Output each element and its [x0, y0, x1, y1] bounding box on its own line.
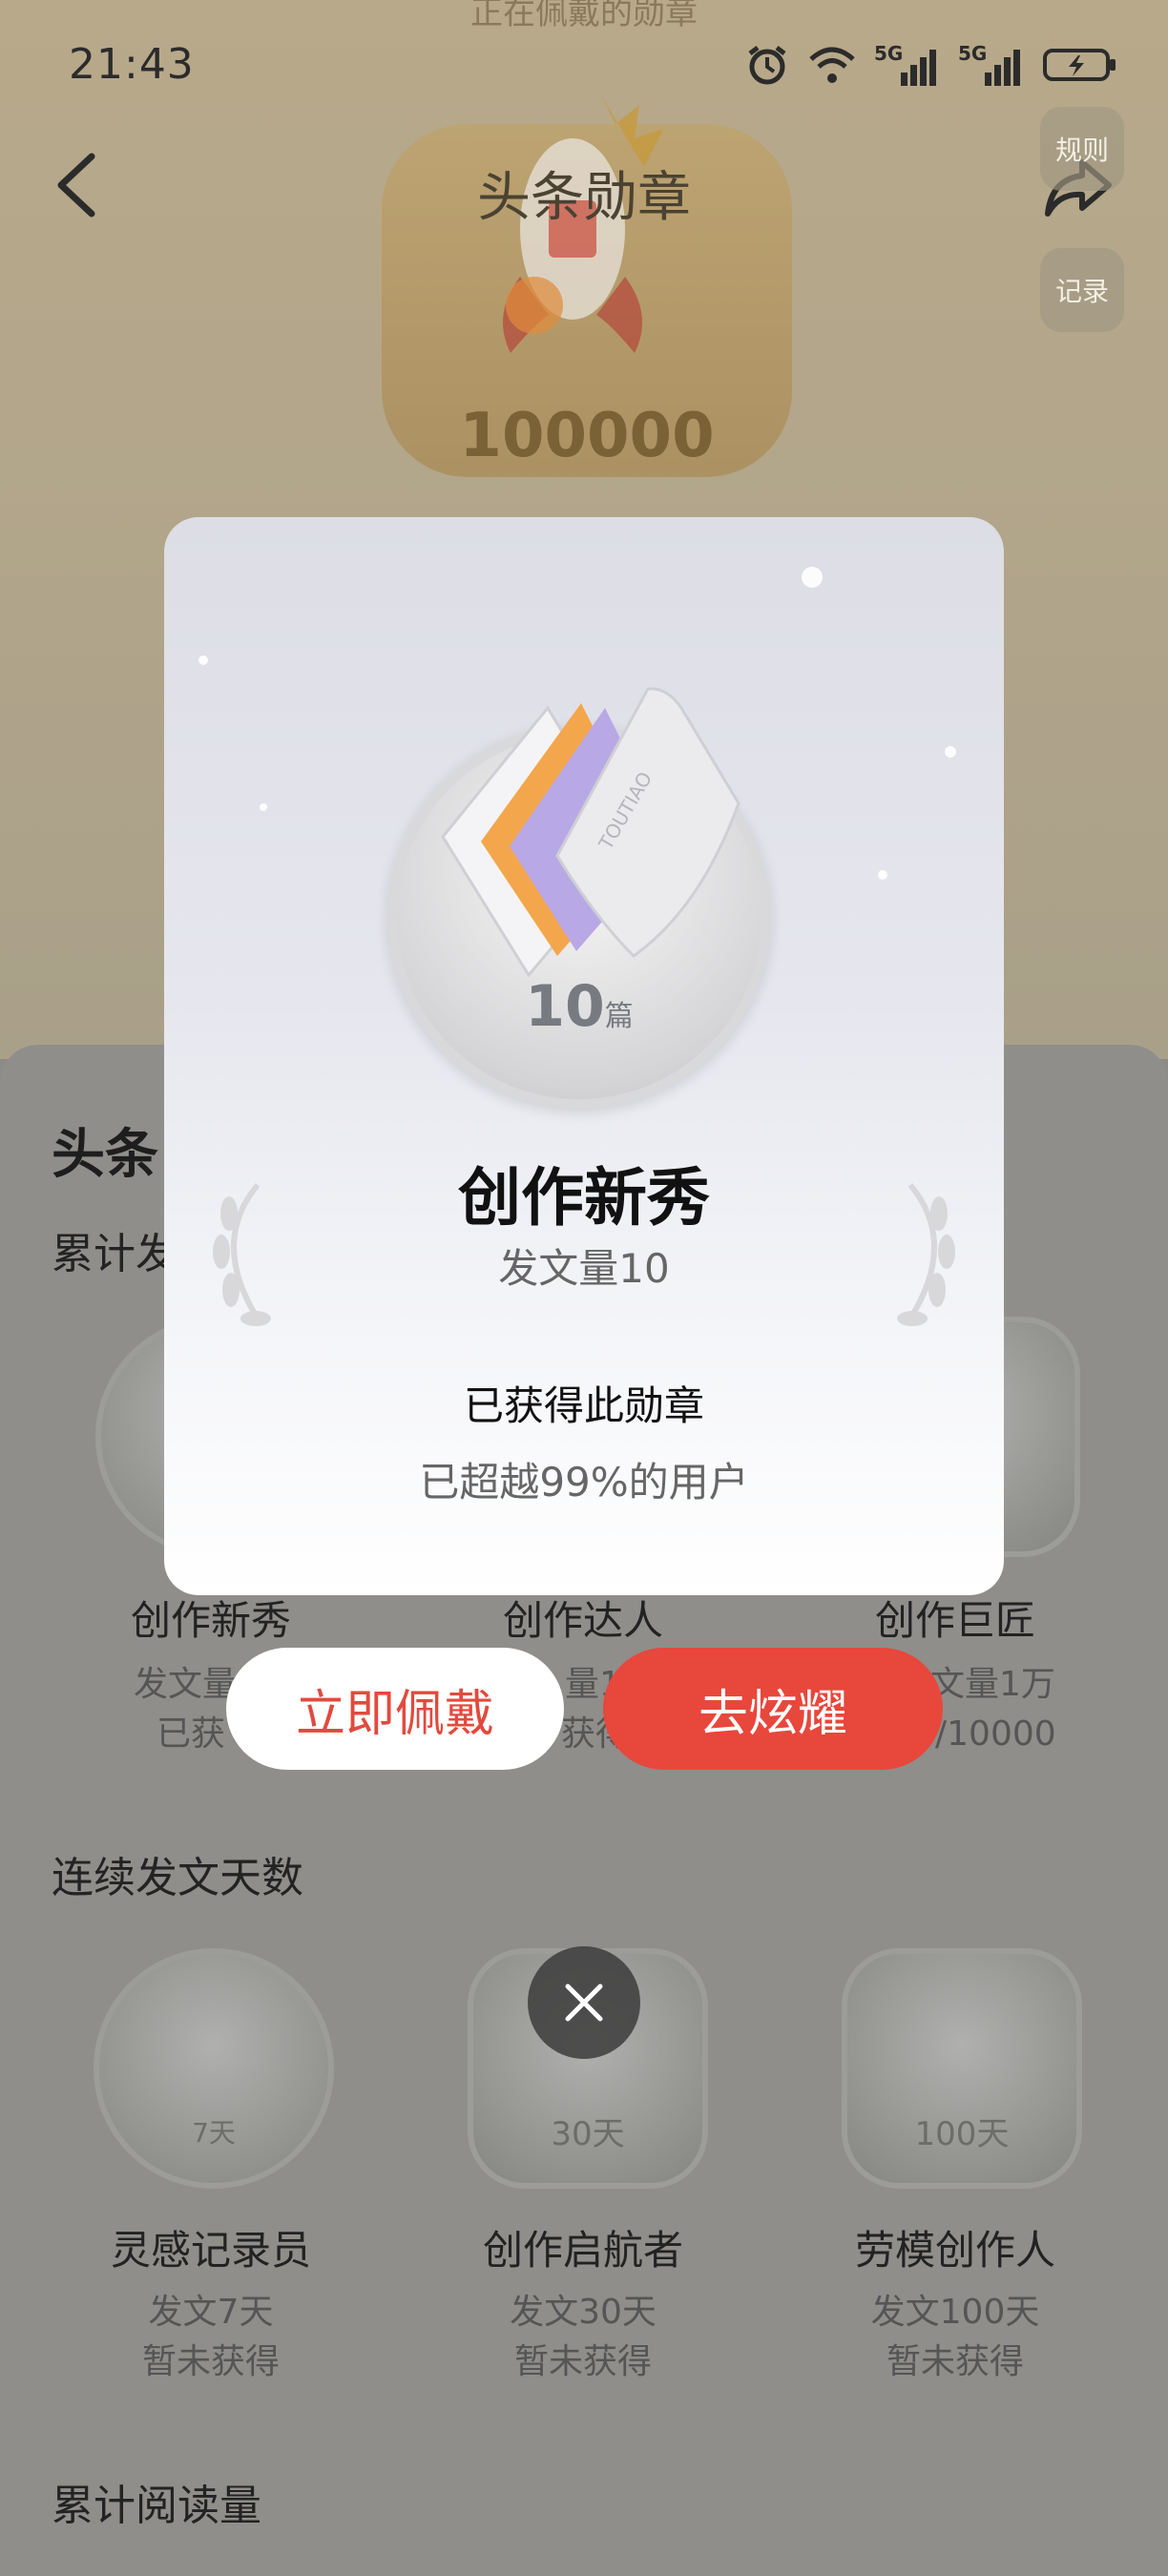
status-bar: 21:43 5G 5G [0, 0, 1168, 124]
badge-requirement: 发文量10 [498, 1245, 670, 1292]
badge-days-30[interactable]: 创作启航者 发文30天 暂未获得 [407, 2218, 760, 2387]
sheet-heading: 头条 [52, 1124, 158, 1186]
badge-image-days-7[interactable]: 7天 [94, 1948, 334, 2189]
badge-medal-number: 10 [525, 973, 605, 1040]
badge-status: 暂未获得 [886, 2342, 1024, 2381]
badge-posts-1[interactable]: 创作新秀 [34, 1589, 387, 1647]
badge-desc: 文量1万 [930, 1665, 1055, 1704]
alarm-icon [744, 42, 790, 92]
badge-posts-2[interactable]: 创作达人 [407, 1589, 760, 1647]
badge-days-100[interactable]: 劳模创作人 发文100天 暂未获得 [779, 2218, 1132, 2387]
badge-progress: /10000 [935, 1714, 1056, 1754]
badge-desc: 发文量 [134, 1665, 238, 1704]
notebook-icon: TOUTIAO [441, 687, 740, 978]
sparkle-decoration [260, 803, 267, 811]
badge-title: 创作新秀 [458, 1161, 710, 1235]
rules-button[interactable]: 规则 [1040, 107, 1124, 191]
sparkle-decoration [802, 567, 823, 588]
close-button[interactable] [528, 1946, 640, 2059]
wear-now-button[interactable]: 立即佩戴 [226, 1648, 564, 1770]
badge-label: 100天 [914, 2115, 1010, 2153]
page-title: 头条勋章 [477, 167, 691, 229]
badge-medal-count: 10篇 [387, 973, 771, 1040]
badge-status: 暂未获得 [141, 2342, 280, 2381]
badge-desc: 发文30天 [510, 2293, 657, 2332]
badge-detail-modal: TOUTIAO 10篇 创作新秀 发文量10 已获得此勋章 已超越99%的用户 [164, 517, 1004, 1595]
badge-status: 已获 [156, 1714, 226, 1754]
badge-name: 创作巨匠 [874, 1597, 1035, 1644]
badge-name: 创作启航者 [482, 2227, 683, 2274]
section-title-consecutive-days: 连续发文天数 [52, 1854, 303, 1902]
badge-days-7[interactable]: 灵感记录员 发文7天 暂未获得 [34, 2218, 387, 2387]
sparkle-decoration [198, 655, 208, 665]
records-button[interactable]: 记录 [1040, 248, 1124, 332]
sparkle-decoration [945, 746, 956, 758]
badge-status: 暂未获得 [513, 2342, 652, 2381]
close-icon [565, 1984, 603, 2022]
signal-icon-2: 5G [958, 42, 1025, 88]
badge-name: 创作新秀 [130, 1597, 291, 1644]
section-title-cumulative-posts: 累计发 [52, 1230, 177, 1278]
signal-icon-1: 5G [874, 42, 941, 88]
sparkle-decoration [878, 870, 887, 880]
clock: 21:43 [69, 40, 195, 89]
badge-name: 创作达人 [502, 1597, 663, 1644]
badge-label: 7天 [192, 2117, 236, 2149]
wifi-icon [807, 44, 857, 90]
badge-name: 劳模创作人 [854, 2227, 1055, 2274]
badge-posts-3[interactable]: 创作巨匠 [779, 1589, 1132, 1647]
badge-desc: 发文100天 [870, 2293, 1040, 2332]
badge-desc: 发文7天 [148, 2293, 274, 2332]
show-off-button[interactable]: 去炫耀 [603, 1648, 943, 1770]
section-title-cumulative-reads: 累计阅读量 [52, 2482, 261, 2530]
badge-user-rank: 已超越99%的用户 [419, 1459, 749, 1506]
nav-bar: 头条勋章 [0, 143, 1168, 239]
badge-label: 30天 [551, 2115, 625, 2153]
hero-badge-value: 100000 [459, 401, 715, 471]
badge-obtained-status: 已获得此勋章 [463, 1382, 704, 1429]
battery-icon [1042, 46, 1118, 88]
badge-medal-unit: 篇 [604, 1000, 634, 1033]
badge-name: 灵感记录员 [110, 2227, 311, 2274]
badge-image-days-100[interactable]: 100天 [842, 1948, 1082, 2189]
